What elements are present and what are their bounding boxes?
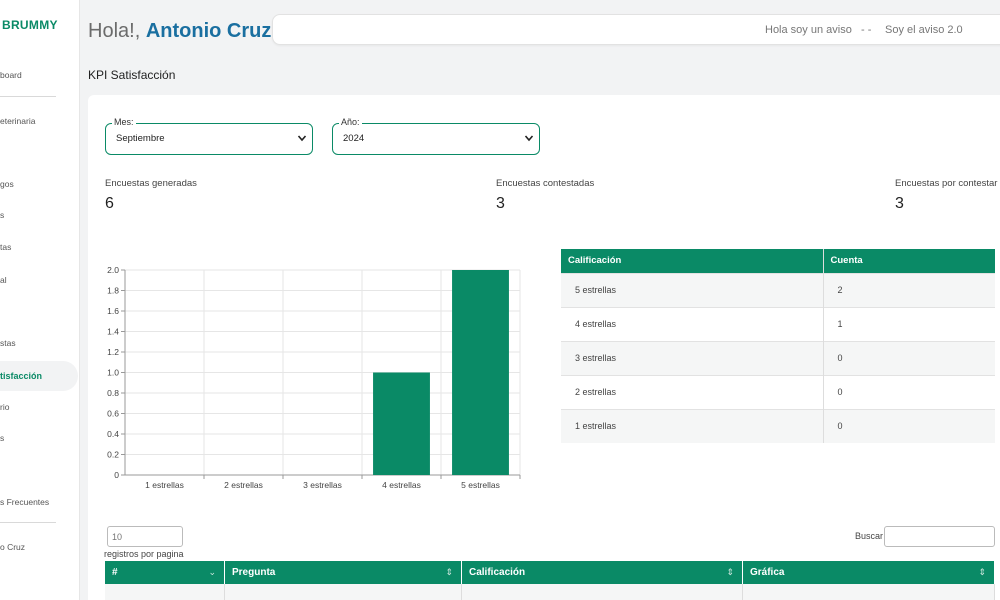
sidebar-item-3[interactable]: gos bbox=[0, 177, 78, 191]
sort-icon: ⇕ bbox=[978, 567, 986, 577]
table-row: 3 estrellas 0 bbox=[561, 340, 995, 375]
table-row-cell bbox=[743, 584, 995, 600]
records-per-page-input[interactable] bbox=[107, 526, 183, 547]
column-header-grafica[interactable]: Gráfica ⇕ bbox=[743, 561, 995, 584]
table-row: 4 estrellas 1 bbox=[561, 306, 995, 341]
sidebar-divider bbox=[0, 96, 56, 97]
table-cell-count: 2 bbox=[823, 272, 995, 307]
column-header-calificacion-dt[interactable]: Calificación ⇕ bbox=[462, 561, 743, 584]
table-row: 5 estrellas 2 bbox=[561, 272, 995, 307]
stat-answered-label: Encuestas contestadas bbox=[496, 178, 595, 189]
month-select-label: Mes: bbox=[112, 117, 136, 127]
ratings-table-header: Calificación Cuenta bbox=[561, 249, 995, 273]
table-cell-rating: 4 estrellas bbox=[561, 306, 824, 341]
column-header-pregunta[interactable]: Pregunta ⇕ bbox=[225, 561, 462, 584]
sidebar-item-satisfaccion[interactable]: tisfacción bbox=[0, 361, 78, 391]
ratings-table: Calificación Cuenta 5 estrellas 2 4 estr… bbox=[561, 249, 995, 443]
table-row: 2 estrellas 0 bbox=[561, 374, 995, 409]
year-select[interactable]: Año: 2024 bbox=[332, 117, 540, 155]
sidebar-item-faq[interactable]: s Frecuentes bbox=[0, 495, 78, 509]
column-header-pregunta-label: Pregunta bbox=[232, 567, 276, 578]
table-cell-rating: 1 estrellas bbox=[561, 408, 824, 443]
sidebar-item-veterinaria[interactable]: eterinaria bbox=[0, 114, 78, 128]
page-title: KPI Satisfacción bbox=[88, 68, 176, 82]
column-header-grafica-label: Gráfica bbox=[750, 567, 785, 578]
year-select-value: 2024 bbox=[343, 133, 365, 144]
table-cell-count: 0 bbox=[823, 374, 995, 409]
sort-icon: ⇕ bbox=[445, 567, 453, 577]
column-header-cuenta[interactable]: Cuenta bbox=[823, 249, 995, 273]
table-cell-count: 0 bbox=[823, 340, 995, 375]
stat-answered-value: 3 bbox=[496, 195, 505, 212]
month-select-value: Septiembre bbox=[116, 133, 165, 144]
sort-desc-icon: ⌄ bbox=[208, 567, 216, 577]
table-cell-rating: 2 estrellas bbox=[561, 374, 824, 409]
greeting: Hola!, Antonio Cruz bbox=[88, 20, 271, 43]
stat-pending-label: Encuestas por contestar bbox=[895, 178, 998, 189]
table-cell-rating: 3 estrellas bbox=[561, 340, 824, 375]
column-header-calificacion[interactable]: Calificación bbox=[561, 249, 824, 273]
sidebar-item-user[interactable]: o Cruz bbox=[0, 540, 78, 554]
table-cell-count: 0 bbox=[823, 408, 995, 443]
column-header-number[interactable]: # ⌄ bbox=[105, 561, 225, 584]
stat-generated-value: 6 bbox=[105, 195, 114, 212]
sidebar-item-10[interactable]: s bbox=[0, 431, 78, 445]
year-select-label: Año: bbox=[339, 117, 362, 127]
table-row-cell bbox=[462, 584, 743, 600]
table-cell-count: 1 bbox=[823, 306, 995, 341]
column-header-number-label: # bbox=[112, 567, 118, 578]
notice-2: Soy el aviso 2.0 bbox=[885, 24, 963, 36]
sidebar-item-4[interactable]: s bbox=[0, 208, 78, 222]
notice-separator: - - bbox=[861, 24, 872, 36]
stat-generated-label: Encuestas generadas bbox=[105, 178, 197, 189]
table-cell-rating: 5 estrellas bbox=[561, 272, 824, 307]
search-label: Buscar bbox=[855, 531, 884, 541]
column-header-calificacion-label: Calificación bbox=[469, 567, 526, 578]
table-row-cell bbox=[105, 584, 225, 600]
stat-pending-value: 3 bbox=[895, 195, 904, 212]
brand-logo: BRUMMY bbox=[2, 18, 58, 32]
sidebar-item-5[interactable]: tas bbox=[0, 240, 78, 254]
sidebar-divider bbox=[0, 522, 56, 523]
sidebar-item-7[interactable]: stas bbox=[0, 336, 78, 350]
month-select[interactable]: Mes: Septiembre bbox=[105, 117, 313, 155]
search-input[interactable] bbox=[884, 526, 995, 547]
sidebar-item-6[interactable]: al bbox=[0, 273, 78, 287]
sidebar-item-dashboard[interactable]: board bbox=[0, 68, 78, 82]
records-per-page-label: registros por pagina bbox=[104, 549, 184, 559]
sidebar-item-9[interactable]: rio bbox=[0, 400, 78, 414]
greeting-text: Hola!, bbox=[88, 20, 141, 42]
notice-bar: Hola soy un aviso - - Soy el aviso 2.0 bbox=[272, 14, 1000, 45]
table-row: 1 estrellas 0 bbox=[561, 408, 995, 443]
sort-icon: ⇕ bbox=[726, 567, 734, 577]
table-row-cell bbox=[225, 584, 462, 600]
chevron-down-icon bbox=[297, 135, 307, 142]
chevron-down-icon bbox=[524, 135, 534, 142]
notice-1: Hola soy un aviso bbox=[765, 24, 852, 36]
sidebar: BRUMMY board eterinaria gos s tas al sta… bbox=[0, 0, 80, 600]
user-name: Antonio Cruz bbox=[145, 20, 272, 42]
